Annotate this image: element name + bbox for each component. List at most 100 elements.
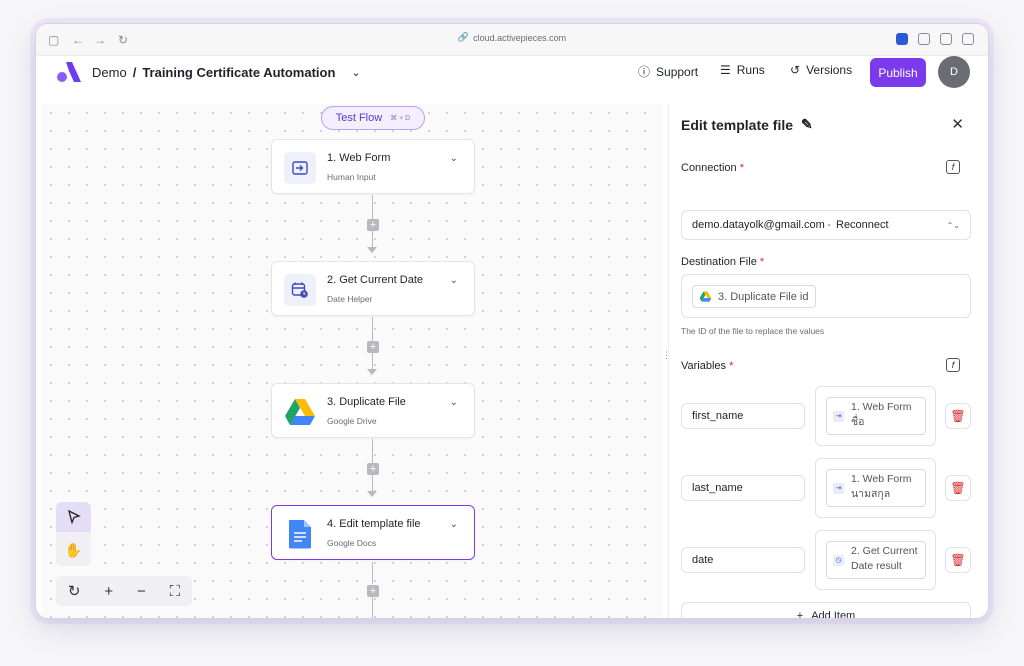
variable-key-input[interactable]: date: [681, 547, 805, 573]
step-subtitle: Google Docs: [327, 538, 377, 548]
back-icon[interactable]: ←: [72, 33, 84, 47]
versions-button[interactable]: ↺ Versions: [790, 63, 852, 77]
google-drive-icon: [284, 396, 316, 428]
data-reference-chip[interactable]: 3. Duplicate File id: [692, 285, 816, 308]
chip-label: 2. Get Current Date result: [851, 545, 918, 572]
history-icon: ↺: [790, 63, 801, 77]
zoom-out-icon[interactable]: −: [137, 583, 146, 600]
step-title: 2. Get Current Date: [327, 274, 423, 286]
connector-line: [372, 195, 374, 219]
chip-label: 3. Duplicate File id: [718, 290, 809, 303]
reader-icon[interactable]: [940, 33, 952, 45]
connector-arrow: [367, 491, 377, 497]
step-card-edit-template-file[interactable]: 4. Edit template file Google Docs ⌄: [271, 505, 475, 560]
delete-item-button[interactable]: 🗑: [945, 475, 971, 501]
delete-item-button[interactable]: 🗑: [945, 403, 971, 429]
fit-view-icon[interactable]: ⛶: [170, 583, 181, 600]
plus-icon: +: [796, 610, 804, 618]
step-subtitle: Date Helper: [327, 294, 373, 304]
publish-button[interactable]: Publish: [870, 58, 926, 87]
connection-value: demo.datayolk@gmail.com - Google Dc: [692, 219, 830, 231]
split-view-icon[interactable]: [962, 33, 974, 45]
hand-tool-icon[interactable]: ✋: [56, 535, 91, 565]
reload-icon[interactable]: ↻: [118, 33, 128, 47]
extension-icon[interactable]: [918, 33, 930, 45]
runs-button[interactable]: ☰ Runs: [720, 63, 765, 77]
chevron-down-icon[interactable]: ⌄: [450, 397, 458, 408]
add-step-button[interactable]: +: [367, 219, 379, 231]
connector-line: [372, 439, 374, 463]
pointer-tool-icon[interactable]: [56, 502, 91, 532]
variable-value-input[interactable]: ◷ 2. Get Current Date result: [815, 530, 936, 590]
add-step-button[interactable]: +: [367, 341, 379, 353]
link-icon: 🔗: [457, 32, 470, 42]
variables-label: Variables *: [681, 360, 733, 372]
zoom-in-icon[interactable]: +: [104, 583, 113, 600]
panel-title-text: Edit template file: [681, 116, 794, 133]
add-item-button[interactable]: + Add Item: [681, 602, 971, 618]
sidebar-toggle-icon[interactable]: ▢: [48, 33, 59, 47]
support-label: Support: [656, 64, 699, 79]
support-button[interactable]: ⓘ Support: [638, 63, 698, 80]
variable-key-input[interactable]: last_name: [681, 475, 805, 501]
project-name[interactable]: Demo: [92, 65, 127, 80]
runs-label: Runs: [736, 63, 765, 77]
chevron-down-icon[interactable]: ⌄: [450, 153, 458, 164]
delete-item-button[interactable]: 🗑: [945, 547, 971, 573]
chip-label: 1. Web Form นามสกุล: [851, 473, 912, 500]
variable-key-input[interactable]: first_name: [681, 403, 805, 429]
add-step-button[interactable]: +: [367, 463, 379, 475]
destination-file-input[interactable]: 3. Duplicate File id: [681, 274, 971, 318]
reset-view-icon[interactable]: ↻: [68, 582, 81, 600]
chevron-down-icon[interactable]: ⌄: [351, 66, 360, 79]
forward-icon[interactable]: →: [94, 33, 106, 47]
panel-title: Edit template file ✎: [681, 116, 813, 133]
step-title: 4. Edit template file: [327, 518, 421, 530]
destination-label-text: Destination File: [681, 256, 757, 268]
chevron-down-icon[interactable]: ⌄: [450, 519, 458, 530]
add-item-label: Add Item: [811, 610, 856, 618]
breadcrumb-separator: /: [132, 65, 137, 80]
dynamic-value-toggle-icon[interactable]: f: [946, 358, 960, 372]
chip-label: 1. Web Form ชื่อ: [851, 401, 912, 428]
close-icon[interactable]: ✕: [951, 115, 964, 133]
connector-line: [372, 562, 374, 584]
address-bar[interactable]: 🔗 cloud.activepieces.com: [458, 32, 566, 43]
password-manager-icon[interactable]: [896, 33, 908, 45]
test-flow-button[interactable]: Test Flow ⌘ + D: [321, 106, 425, 130]
required-mark: *: [759, 256, 765, 268]
connection-select[interactable]: demo.datayolk@gmail.com - Google Dc Reco…: [681, 210, 971, 240]
connector-line: [372, 475, 374, 491]
step-card-duplicate-file[interactable]: 3. Duplicate File Google Drive ⌄: [271, 383, 475, 438]
browser-window: ▢ ← → ↻ 🔗 cloud.activepieces.com Demo / …: [36, 24, 988, 618]
reconnect-button[interactable]: Reconnect: [836, 219, 889, 231]
connector-arrow: [367, 247, 377, 253]
variable-value-input[interactable]: ⇥ 1. Web Form นามสกุล: [815, 458, 936, 518]
form-input-icon: [284, 152, 316, 184]
chevron-down-icon[interactable]: ⌄: [450, 275, 458, 286]
calendar-clock-icon: ◷: [833, 555, 844, 566]
data-reference-chip[interactable]: ◷ 2. Get Current Date result: [826, 541, 926, 579]
form-input-icon: ⇥: [833, 411, 844, 422]
step-subtitle: Human Input: [327, 172, 376, 182]
connection-label: Connection *: [681, 162, 744, 174]
dynamic-value-toggle-icon[interactable]: f: [946, 160, 960, 174]
flow-name[interactable]: Training Certificate Automation: [142, 65, 335, 80]
test-flow-shortcut: ⌘ + D: [390, 115, 411, 122]
step-subtitle: Google Drive: [327, 416, 377, 426]
data-reference-chip[interactable]: ⇥ 1. Web Form ชื่อ: [826, 397, 926, 435]
add-step-button[interactable]: +: [367, 585, 379, 597]
activepieces-logo[interactable]: [56, 60, 82, 84]
step-card-get-current-date[interactable]: 2. Get Current Date Date Helper ⌄: [271, 261, 475, 316]
step-card-web-form[interactable]: 1. Web Form Human Input ⌄: [271, 139, 475, 194]
variable-value-input[interactable]: ⇥ 1. Web Form ชื่อ: [815, 386, 936, 446]
browser-toolbar: ▢ ← → ↻ 🔗 cloud.activepieces.com: [36, 24, 988, 56]
connector-line: [372, 231, 374, 247]
required-mark: *: [739, 162, 744, 174]
avatar[interactable]: D: [938, 56, 970, 88]
connector-arrow: [367, 369, 377, 375]
data-reference-chip[interactable]: ⇥ 1. Web Form นามสกุล: [826, 469, 926, 507]
connection-label-text: Connection: [681, 162, 737, 174]
pencil-icon[interactable]: ✎: [801, 116, 813, 133]
url-text: cloud.activepieces.com: [473, 32, 567, 43]
